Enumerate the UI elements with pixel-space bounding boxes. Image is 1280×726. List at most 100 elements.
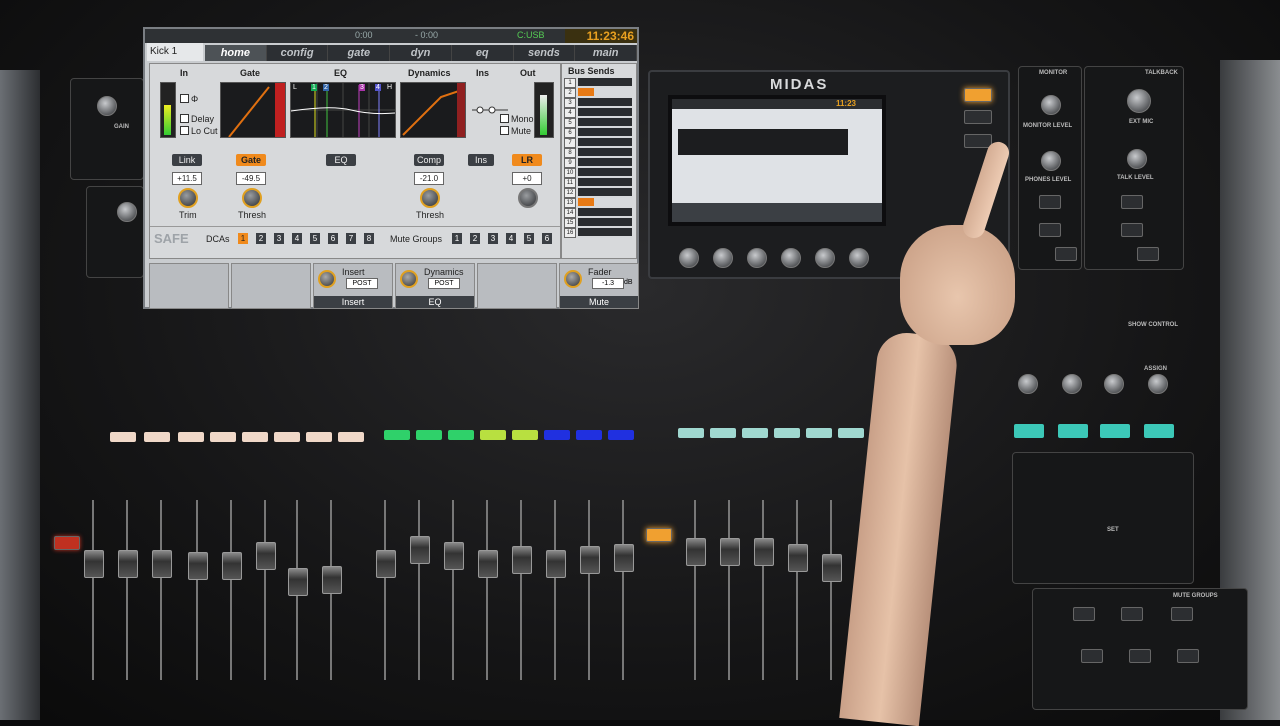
- tab-home[interactable]: home: [205, 45, 267, 61]
- bus-send-row[interactable]: 11: [564, 178, 634, 188]
- bus-send-row[interactable]: 8: [564, 148, 634, 158]
- channel-fader[interactable]: [686, 538, 706, 566]
- softkey-slot-1[interactable]: [149, 263, 229, 309]
- tab-main[interactable]: main: [575, 45, 638, 61]
- channel-fader[interactable]: [222, 552, 242, 580]
- bus-send-row[interactable]: 7: [564, 138, 634, 148]
- screen-encoder-4[interactable]: [781, 248, 801, 268]
- softkey-slot-5[interactable]: [477, 263, 557, 309]
- dca-2[interactable]: 2: [256, 233, 266, 244]
- fader-knob[interactable]: [564, 270, 582, 288]
- screen-encoder-1[interactable]: [679, 248, 699, 268]
- center-section-button[interactable]: [646, 528, 672, 542]
- meters-button[interactable]: [964, 110, 992, 124]
- monitor-level-knob[interactable]: [1041, 95, 1061, 115]
- channel-fader[interactable]: [580, 546, 600, 574]
- channel-fader[interactable]: [754, 538, 774, 566]
- eq-band-4[interactable]: 4: [375, 84, 381, 91]
- channel-fader[interactable]: [288, 568, 308, 596]
- channel-fader[interactable]: [376, 550, 396, 578]
- eq-band-1[interactable]: 1: [311, 84, 317, 91]
- channel-fader[interactable]: [188, 552, 208, 580]
- dynamics-label[interactable]: EQ: [396, 296, 474, 308]
- dynamics-knob[interactable]: [400, 270, 418, 288]
- screen-encoder-6[interactable]: [849, 248, 869, 268]
- bus-send-row[interactable]: 16: [564, 228, 634, 238]
- bus-send-row[interactable]: 1: [564, 78, 634, 88]
- trim-knob[interactable]: [178, 188, 198, 208]
- mute-group-5[interactable]: 5: [524, 233, 534, 244]
- dca-6[interactable]: 6: [328, 233, 338, 244]
- bus-send-row[interactable]: 2: [564, 88, 634, 98]
- channel-fader[interactable]: [322, 566, 342, 594]
- insert-knob[interactable]: [318, 270, 336, 288]
- tab-gate[interactable]: gate: [328, 45, 391, 61]
- mute-group-button-6[interactable]: [1177, 649, 1199, 663]
- thresh-knob[interactable]: [117, 202, 137, 222]
- phase-checkbox[interactable]: Φ: [180, 94, 198, 104]
- mute-group-3[interactable]: 3: [488, 233, 498, 244]
- assign-knob-4[interactable]: [1148, 374, 1168, 394]
- mute-group-button-3[interactable]: [1171, 607, 1193, 621]
- lr-pan-knob[interactable]: [518, 188, 538, 208]
- bus-send-row[interactable]: 10: [564, 168, 634, 178]
- screen-encoder-2[interactable]: [713, 248, 733, 268]
- tab-config[interactable]: config: [266, 45, 329, 61]
- insert-label[interactable]: Insert: [314, 296, 392, 308]
- gate-thresh-knob[interactable]: [242, 188, 262, 208]
- monitor-view-button[interactable]: [1055, 247, 1077, 261]
- bus-send-row[interactable]: 4: [564, 108, 634, 118]
- bus-send-row[interactable]: 15: [564, 218, 634, 228]
- safe-label[interactable]: SAFE: [154, 231, 189, 246]
- mute-group-2[interactable]: 2: [470, 233, 480, 244]
- channel-fader[interactable]: [720, 538, 740, 566]
- tab-dyn[interactable]: dyn: [390, 45, 452, 61]
- fader-mute-label[interactable]: Mute: [560, 296, 638, 308]
- dca-7[interactable]: 7: [346, 233, 356, 244]
- softkey-slot-2[interactable]: [231, 263, 311, 309]
- lo-cut-checkbox[interactable]: Lo Cut: [180, 126, 218, 136]
- talk-b-button[interactable]: [1121, 223, 1143, 237]
- mute-group-button-4[interactable]: [1081, 649, 1103, 663]
- bus-send-row[interactable]: 5: [564, 118, 634, 128]
- channel-fader[interactable]: [256, 542, 276, 570]
- mute-group-button-1[interactable]: [1073, 607, 1095, 621]
- bus-send-row[interactable]: 14: [564, 208, 634, 218]
- gate-graph[interactable]: [220, 82, 286, 138]
- ins-button[interactable]: Ins: [468, 154, 494, 166]
- ext-mic-connector[interactable]: [1127, 89, 1151, 113]
- screen-encoder-3[interactable]: [747, 248, 767, 268]
- softkey-fader[interactable]: Fader -1.3 dB Mute: [559, 263, 639, 309]
- tab-eq[interactable]: eq: [451, 45, 514, 61]
- softkey-dynamics[interactable]: Dynamics POST EQ: [395, 263, 475, 309]
- dynamics-graph[interactable]: [400, 82, 466, 138]
- channel-fader[interactable]: [546, 550, 566, 578]
- assign-knob-3[interactable]: [1104, 374, 1124, 394]
- softkey-insert[interactable]: Insert POST Insert: [313, 263, 393, 309]
- eq-band-2[interactable]: 2: [323, 84, 329, 91]
- channel-fader[interactable]: [152, 550, 172, 578]
- bus-send-row[interactable]: 6: [564, 128, 634, 138]
- channel-fader[interactable]: [788, 544, 808, 572]
- mute-group-button-5[interactable]: [1129, 649, 1151, 663]
- assign-knob-1[interactable]: [1018, 374, 1038, 394]
- tab-sends[interactable]: sends: [513, 45, 576, 61]
- eq-button[interactable]: EQ: [326, 154, 356, 166]
- channel-fader[interactable]: [512, 546, 532, 574]
- talkback-view-button[interactable]: [1137, 247, 1159, 261]
- channel-fader[interactable]: [614, 544, 634, 572]
- mute-group-button-2[interactable]: [1121, 607, 1143, 621]
- channel-fader[interactable]: [118, 550, 138, 578]
- eq-graph[interactable]: L 1 2 3 4 H: [290, 82, 396, 138]
- talk-a-button[interactable]: [1121, 195, 1143, 209]
- mono-checkbox[interactable]: Mono: [500, 114, 534, 124]
- channel-fader[interactable]: [822, 554, 842, 582]
- gain-knob[interactable]: [97, 96, 117, 116]
- link-button[interactable]: Link: [172, 154, 202, 166]
- delay-checkbox[interactable]: Delay: [180, 114, 214, 124]
- eq-band-h[interactable]: H: [387, 84, 392, 91]
- bus-send-row[interactable]: 9: [564, 158, 634, 168]
- mute-group-6[interactable]: 6: [542, 233, 552, 244]
- monitor-dim-button[interactable]: [1039, 223, 1061, 237]
- dca-3[interactable]: 3: [274, 233, 284, 244]
